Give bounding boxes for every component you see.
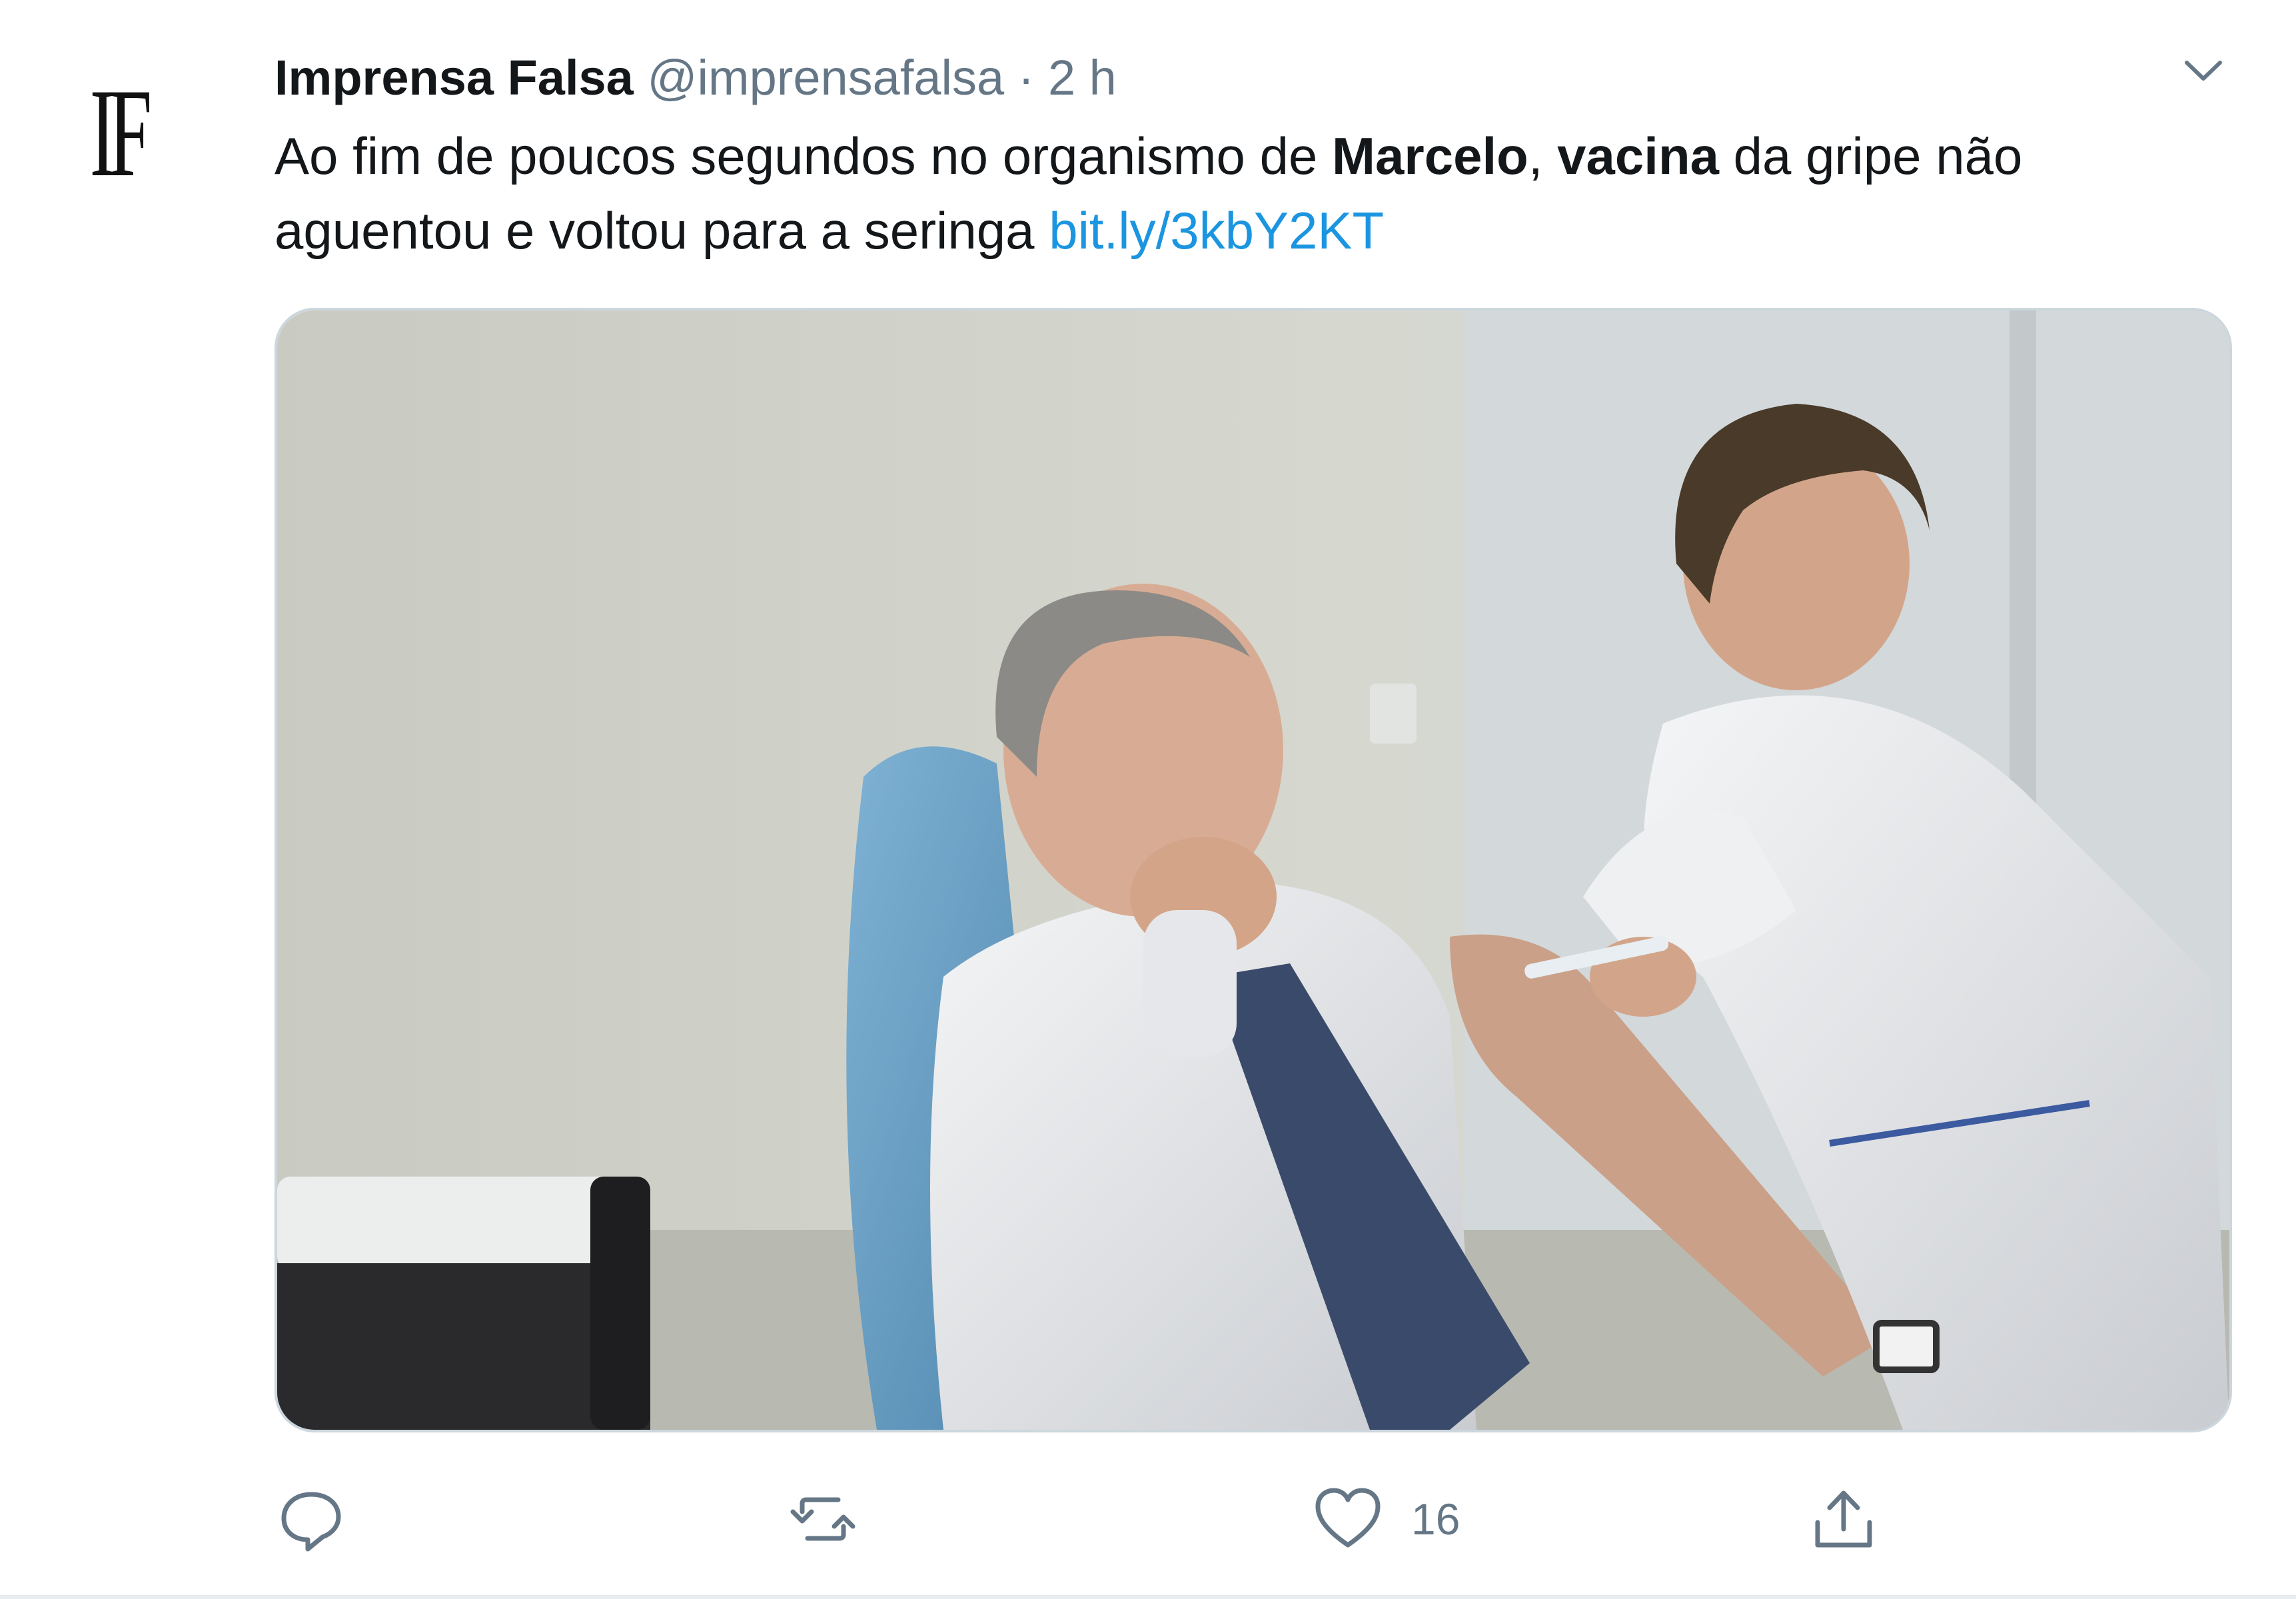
text-bold-marcelo: Marcelo — [1332, 127, 1528, 185]
share-upload-icon — [1815, 1490, 1872, 1548]
separator: · — [1017, 50, 1035, 105]
heart-icon — [1315, 1488, 1381, 1548]
photo-vaccination-scene — [277, 310, 2229, 1430]
tweet-header: Imprensa Falsa @imprensafalsa · 2 h — [275, 41, 1117, 115]
text-bold-vacina: vacina — [1557, 127, 1719, 185]
share-button[interactable] — [1807, 1479, 1880, 1559]
display-name[interactable]: Imprensa Falsa — [275, 50, 634, 105]
text-segment: Ao fim de poucos segundos no organismo d… — [275, 127, 1333, 185]
tweet-text: Ao fim de poucos segundos no organismo d… — [275, 119, 2240, 268]
avatar[interactable]: IF — [80, 67, 155, 200]
tweet-link[interactable]: bit.ly/3kbY2KT — [1049, 201, 1384, 260]
timestamp[interactable]: 2 h — [1048, 50, 1117, 105]
handle[interactable]: @imprensafalsa — [647, 50, 1004, 105]
like-button[interactable]: 16 — [1311, 1479, 1460, 1559]
tweet-card[interactable]: IF Imprensa Falsa @imprensafalsa · 2 h A… — [0, 0, 2296, 1599]
reply-button[interactable] — [275, 1479, 348, 1559]
tweet-photo[interactable] — [275, 308, 2232, 1432]
retweet-button[interactable] — [786, 1479, 860, 1559]
retweet-arrows-icon — [790, 1497, 856, 1541]
text-segment: , — [1528, 127, 1558, 185]
tweet-actions: 16 — [275, 1466, 2232, 1572]
speech-bubble-icon — [281, 1492, 341, 1552]
chevron-down-icon[interactable] — [2180, 48, 2227, 95]
like-count: 16 — [1411, 1494, 1460, 1544]
